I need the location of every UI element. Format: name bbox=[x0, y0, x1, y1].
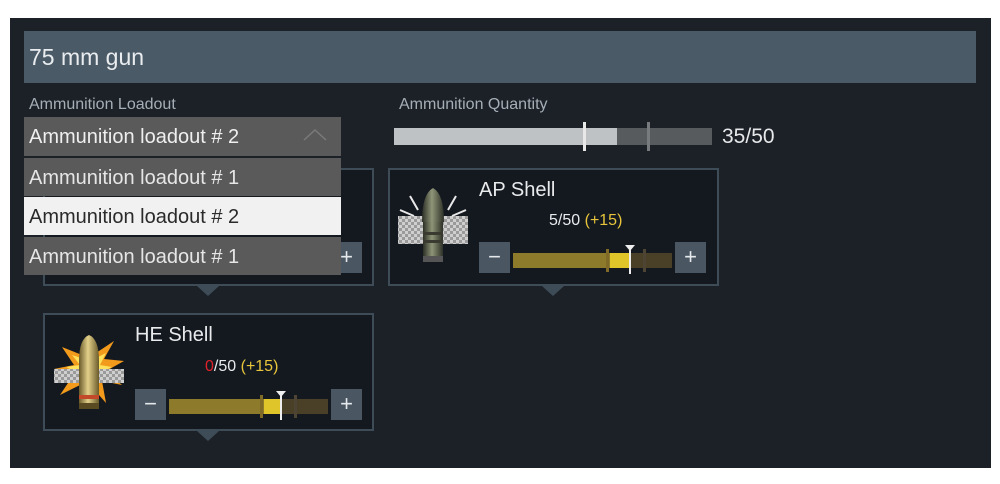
ammo-current: 0 bbox=[205, 358, 214, 375]
slider-tick bbox=[260, 395, 263, 418]
loadout-option-highlighted[interactable]: Ammunition loadout # 2 bbox=[24, 197, 341, 235]
decrease-button[interactable]: − bbox=[135, 389, 166, 420]
loadout-option-label: Ammunition loadout # 2 bbox=[29, 206, 240, 228]
ammo-name: AP Shell bbox=[479, 179, 556, 201]
chevron-up-icon bbox=[302, 126, 328, 147]
increase-button[interactable]: + bbox=[331, 389, 362, 420]
slider-tick bbox=[294, 395, 297, 418]
slider-tick bbox=[606, 249, 609, 272]
ammo-count: 0/50 (+15) bbox=[205, 358, 278, 376]
slider-marker bbox=[629, 247, 631, 274]
slider-fill bbox=[513, 253, 610, 268]
slider-bonus-fill bbox=[610, 253, 629, 268]
ammo-slider[interactable] bbox=[513, 245, 672, 274]
loadout-label: Ammunition Loadout bbox=[29, 96, 176, 113]
ammo-name: HE Shell bbox=[135, 324, 213, 346]
slider-marker-head bbox=[625, 245, 635, 251]
loadout-selected-value: Ammunition loadout # 2 bbox=[29, 126, 240, 148]
ammo-bonus: (+15) bbox=[584, 212, 623, 229]
slider-fill bbox=[169, 399, 264, 414]
slider-tick bbox=[643, 249, 646, 272]
slider-marker-head bbox=[276, 391, 286, 397]
loadout-option[interactable]: Ammunition loadout # 1 bbox=[24, 158, 341, 196]
quantity-marker bbox=[583, 122, 586, 151]
slider-marker bbox=[280, 393, 282, 420]
loadout-option-label: Ammunition loadout # 1 bbox=[29, 167, 240, 189]
card-pointer bbox=[197, 286, 219, 296]
loadout-option[interactable]: Ammunition loadout # 1 bbox=[24, 237, 341, 275]
decrease-button[interactable]: − bbox=[479, 242, 510, 273]
card-pointer bbox=[197, 431, 219, 441]
quantity-marker-secondary bbox=[647, 122, 650, 151]
ap-shell-icon bbox=[396, 186, 470, 273]
ammo-max: /50 bbox=[213, 358, 237, 375]
increase-button[interactable]: + bbox=[675, 242, 706, 273]
slider-bonus-fill bbox=[264, 399, 280, 414]
title-bar bbox=[24, 31, 976, 83]
he-shell-icon bbox=[52, 335, 126, 420]
ammo-max: /50 bbox=[557, 212, 581, 229]
weapon-title: 75 mm gun bbox=[29, 44, 145, 70]
quantity-value: 35/50 bbox=[722, 125, 775, 148]
ammo-bonus: (+15) bbox=[240, 358, 279, 375]
card-pointer bbox=[542, 286, 564, 296]
ammo-slider[interactable] bbox=[169, 391, 328, 420]
loadout-option-label: Ammunition loadout # 1 bbox=[29, 246, 240, 268]
ammo-count: 5/50 (+15) bbox=[549, 212, 622, 230]
quantity-label: Ammunition Quantity bbox=[399, 96, 548, 113]
ammo-current: 5 bbox=[549, 212, 558, 229]
